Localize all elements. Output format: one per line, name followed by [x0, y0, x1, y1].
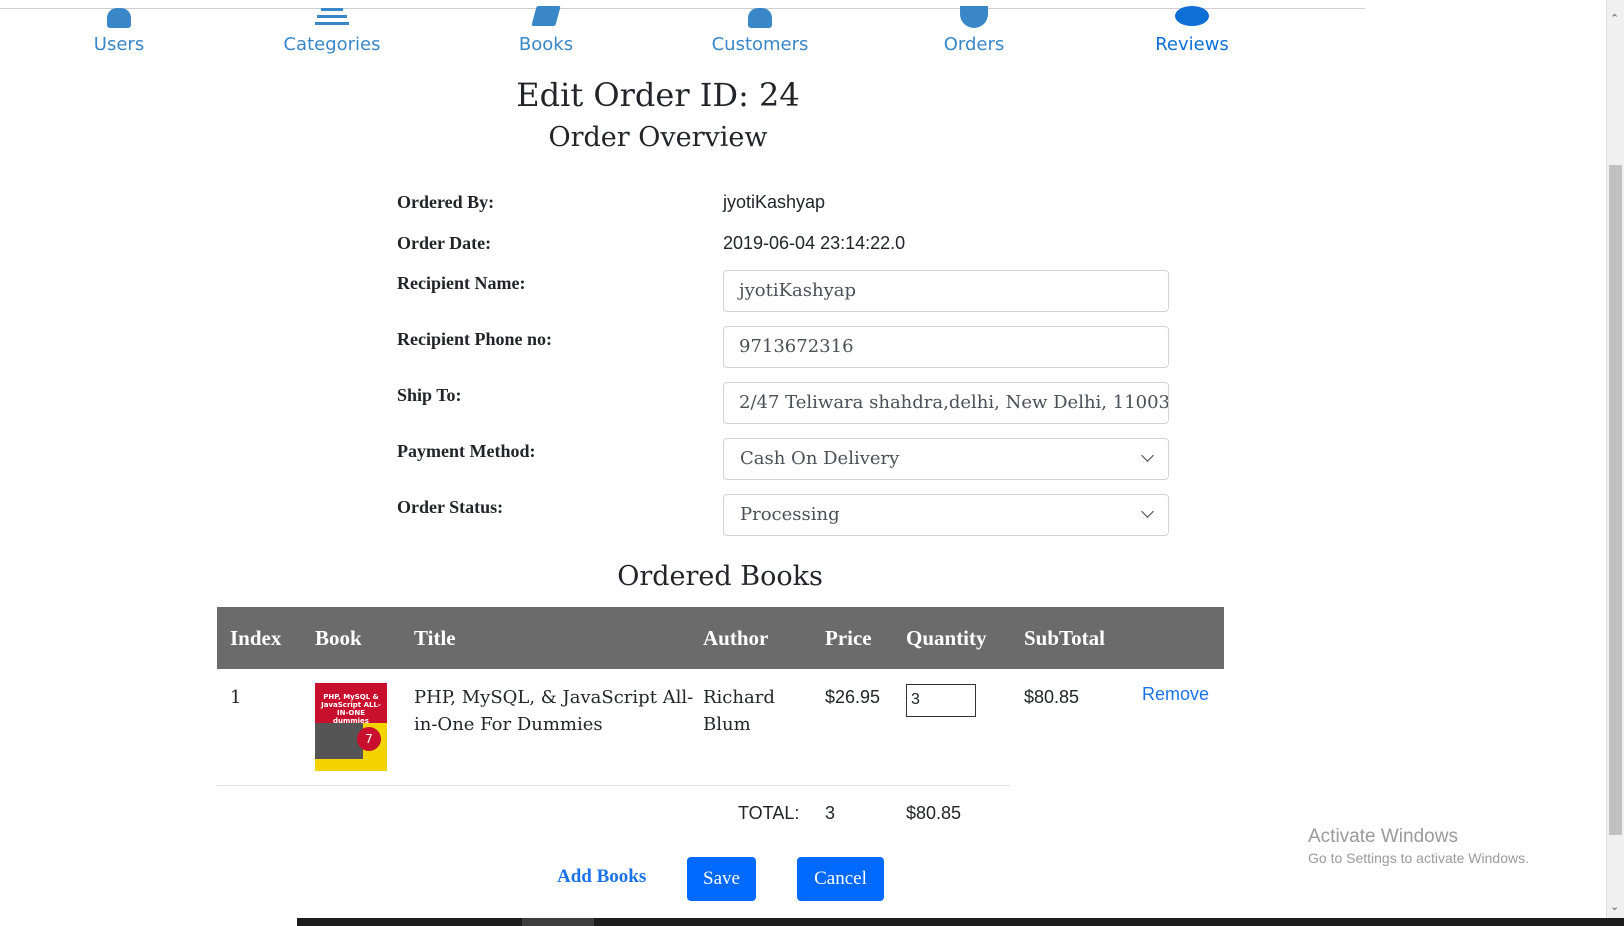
ordered-by-value: jyotiKashyap: [723, 192, 826, 212]
order-date-value: 2019-06-04 23:14:22.0: [723, 233, 906, 253]
user-icon: [49, 0, 189, 28]
nav-reviews-label: Reviews: [1155, 34, 1229, 55]
scroll-up-icon[interactable]: ⌃: [1610, 12, 1619, 25]
recipient-name-field[interactable]: jyotiKashyap: [723, 270, 1169, 312]
ship-to-label: Ship To:: [397, 385, 462, 405]
page-title: Edit Order ID: 24: [516, 76, 800, 114]
total-amount: $80.85: [906, 803, 962, 823]
recipient-phone-field[interactable]: 9713672316: [723, 326, 1169, 368]
comments-icon: [1122, 0, 1262, 28]
nav-users[interactable]: Users: [49, 0, 189, 55]
column-header-subtotal: SubTotal: [1024, 626, 1105, 650]
ship-to-field[interactable]: 2/47 Teliwara shahdra,delhi, New Delhi, …: [723, 382, 1169, 424]
row-price: $26.95: [825, 687, 881, 707]
nav-orders[interactable]: Orders: [904, 0, 1044, 55]
column-header-quantity: Quantity: [906, 626, 987, 650]
nav-users-label: Users: [93, 34, 145, 55]
column-header-index: Index: [230, 626, 282, 650]
user-icon: [690, 0, 830, 28]
watermark-line1: Activate Windows: [1308, 826, 1458, 847]
table-divider: [217, 785, 1010, 786]
column-header-price: Price: [825, 626, 872, 650]
book-cover-text: PHP, MySQL & JavaScript ALL-IN-ONE dummi…: [321, 693, 381, 725]
taskbar: [297, 918, 1624, 926]
column-header-title: Title: [414, 626, 456, 650]
books-table-header: Index Book Title Author Price Quantity S…: [217, 607, 1224, 669]
row-author-line1: Richard: [703, 687, 775, 708]
order-status-selected: Processing: [740, 504, 840, 525]
add-books-link[interactable]: Add Books: [557, 866, 646, 888]
column-header-author: Author: [703, 626, 769, 650]
payment-method-selected: Cash On Delivery: [740, 448, 900, 469]
nav-orders-label: Orders: [943, 34, 1005, 55]
chevron-down-icon: [1141, 449, 1154, 462]
section-title-overview: Order Overview: [548, 122, 768, 153]
column-header-book: Book: [315, 626, 362, 650]
scroll-down-icon[interactable]: ⌄: [1610, 900, 1619, 913]
order-date-label: Order Date:: [397, 233, 492, 253]
taskbar-active-item[interactable]: [522, 918, 594, 926]
row-subtotal: $80.85: [1024, 687, 1080, 707]
row-author-line2: Blum: [703, 714, 751, 735]
order-status-select[interactable]: Processing: [723, 494, 1169, 536]
ordered-by-label: Ordered By:: [397, 192, 495, 212]
recipient-name-label: Recipient Name:: [397, 273, 526, 293]
total-quantity: 3: [825, 803, 836, 823]
payment-method-select[interactable]: Cash On Delivery: [723, 438, 1169, 480]
cancel-button[interactable]: Cancel: [797, 857, 884, 901]
payment-method-label: Payment Method:: [397, 441, 536, 461]
row-title-line2: in-One For Dummies: [414, 714, 603, 735]
save-button[interactable]: Save: [687, 857, 756, 901]
section-title-ordered-books: Ordered Books: [617, 561, 823, 592]
total-label: TOTAL:: [738, 803, 800, 823]
nav-customers[interactable]: Customers: [690, 0, 830, 55]
scrollbar-thumb[interactable]: [1609, 165, 1622, 835]
nav-books[interactable]: Books: [476, 0, 616, 55]
nav-books-label: Books: [518, 34, 574, 55]
recipient-phone-label: Recipient Phone no:: [397, 329, 552, 349]
quantity-input[interactable]: 3: [906, 684, 976, 717]
row-title-line1: PHP, MySQL, & JavaScript All-: [414, 687, 694, 708]
badge-icon: [904, 0, 1044, 28]
chevron-down-icon: [1141, 505, 1154, 518]
nav-categories-label: Categories: [283, 34, 381, 55]
watermark-line2: Go to Settings to activate Windows.: [1308, 850, 1529, 866]
book-cover-badge: 7: [357, 727, 381, 751]
book-icon: [476, 0, 616, 28]
nav-categories[interactable]: Categories: [262, 0, 402, 55]
row-index: 1: [230, 687, 242, 708]
nav-reviews[interactable]: Reviews: [1122, 0, 1262, 55]
activate-windows-watermark: Activate Windows Go to Settings to activ…: [1308, 826, 1529, 866]
nav-customers-label: Customers: [711, 34, 809, 55]
remove-link[interactable]: Remove: [1142, 684, 1209, 705]
book-cover-image: PHP, MySQL & JavaScript ALL-IN-ONE dummi…: [315, 683, 387, 771]
list-icon: [262, 0, 402, 28]
order-status-label: Order Status:: [397, 497, 504, 517]
vertical-scrollbar[interactable]: ⌃ ⌄: [1606, 0, 1624, 926]
